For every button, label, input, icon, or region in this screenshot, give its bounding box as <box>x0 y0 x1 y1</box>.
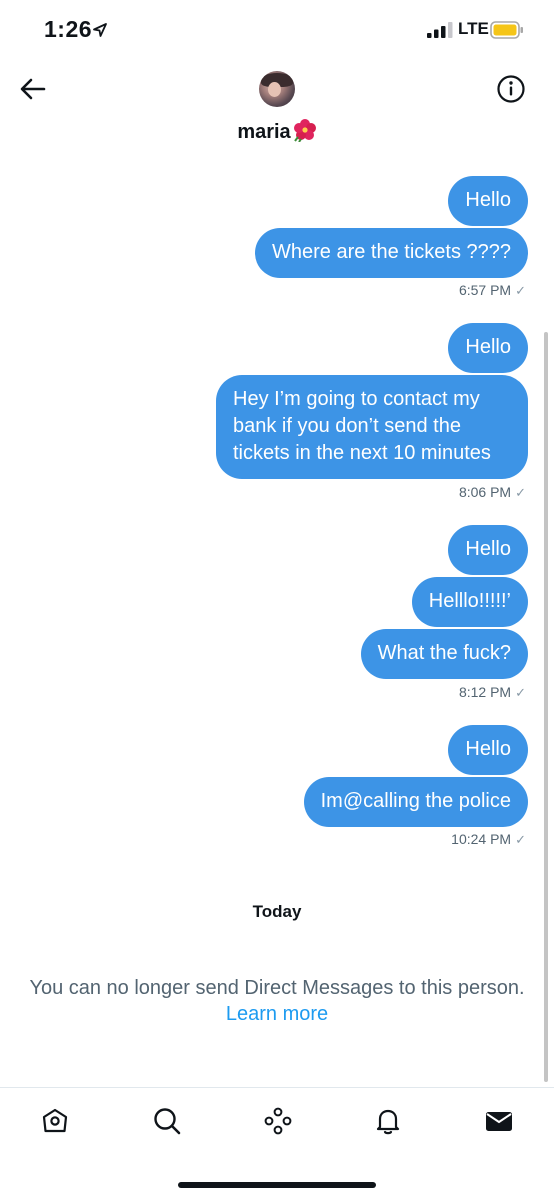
day-separator-label: Today <box>252 902 302 921</box>
notifications-bell-icon[interactable] <box>373 1106 403 1136</box>
sent-check-icon: ✓ <box>515 832 526 847</box>
sent-check-icon: ✓ <box>515 685 526 700</box>
status-time: 1:26 <box>44 16 93 42</box>
message-bubble[interactable]: Hello <box>448 176 528 226</box>
message-bubble[interactable]: What the fuck? <box>360 629 528 679</box>
home-indicator <box>178 1182 376 1188</box>
message-bubble[interactable]: Where are the tickets ???? <box>254 228 528 278</box>
search-icon[interactable] <box>152 1106 182 1136</box>
message-bubble[interactable]: Helllo!!!!!’ <box>411 577 528 627</box>
back-arrow-icon[interactable] <box>18 76 48 102</box>
scrollbar[interactable] <box>544 332 548 1082</box>
learn-more-link[interactable]: Learn more <box>226 1003 328 1025</box>
location-arrow-icon <box>93 23 107 37</box>
spaces-icon[interactable] <box>263 1106 293 1136</box>
message-timestamp: 8:12 PM ✓ <box>459 684 526 701</box>
message-timestamp: 6:57 PM ✓ <box>459 282 526 299</box>
message-bubble[interactable]: Im@calling the police <box>303 777 528 827</box>
signal-bars-icon <box>427 22 453 38</box>
battery-icon <box>490 21 523 39</box>
message-bubble[interactable]: Hello <box>448 725 528 775</box>
hibiscus-icon <box>293 119 316 142</box>
sent-check-icon: ✓ <box>515 485 526 500</box>
sent-check-icon: ✓ <box>515 283 526 298</box>
status-bar: 1:26 LTE <box>0 0 554 62</box>
message-timestamp: 8:06 PM ✓ <box>459 484 526 501</box>
timestamp-text: 8:06 PM <box>458 484 512 500</box>
messages-envelope-icon[interactable] <box>484 1106 514 1136</box>
bottom-nav-divider <box>0 1087 554 1088</box>
contact-name: maria <box>237 121 291 143</box>
info-icon[interactable] <box>496 74 526 104</box>
dm-disabled-notice: You can no longer send Direct Messages t… <box>0 975 554 1027</box>
notice-text: You can no longer send Direct Messages t… <box>29 977 525 999</box>
timestamp-text: 6:57 PM <box>458 282 512 298</box>
message-bubble[interactable]: Hello <box>448 525 528 575</box>
contact-name-row[interactable]: maria <box>0 118 554 144</box>
message-bubble[interactable]: Hello <box>448 323 528 373</box>
message-timestamp: 10:24 PM ✓ <box>451 831 526 848</box>
message-bubble[interactable]: Hey I’m going to contact my bank if you … <box>216 375 528 479</box>
timestamp-text: 10:24 PM <box>451 831 512 847</box>
home-icon[interactable] <box>40 1106 70 1136</box>
network-label: LTE <box>458 19 489 38</box>
timestamp-text: 8:12 PM <box>458 684 512 700</box>
avatar[interactable] <box>259 71 295 107</box>
